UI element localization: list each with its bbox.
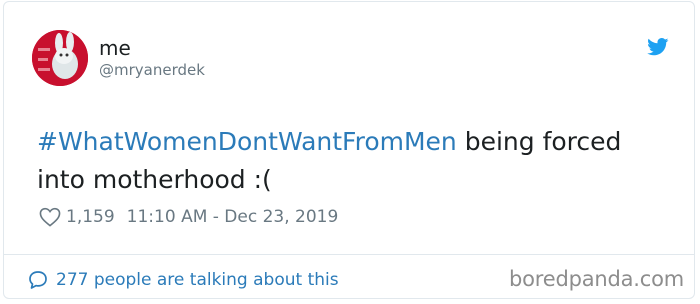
- tweet-timestamp[interactable]: 11:10 AM - Dec 23, 2019: [127, 206, 339, 228]
- talking-about-link[interactable]: 277 people are talking about this: [28, 269, 339, 291]
- divider: [4, 254, 694, 255]
- tweet-card: me @mryanerdek #WhatWomenDontWantFromMen…: [3, 1, 695, 299]
- avatar-image: [32, 30, 88, 86]
- tweet-text: #WhatWomenDontWantFromMen being forced i…: [37, 123, 667, 199]
- boredpanda-watermark: boredpanda.com: [509, 267, 685, 291]
- author-name[interactable]: me: [99, 38, 131, 58]
- tweet-meta: 1,159 11:10 AM - Dec 23, 2019: [39, 206, 338, 228]
- talking-about-label: 277 people are talking about this: [56, 270, 339, 290]
- hashtag-link[interactable]: #WhatWomenDontWantFromMen: [37, 127, 457, 156]
- like-count[interactable]: 1,159: [66, 206, 115, 228]
- author-handle[interactable]: @mryanerdek: [99, 63, 205, 78]
- twitter-bird-icon[interactable]: [647, 38, 669, 56]
- heart-icon[interactable]: [39, 207, 61, 227]
- avatar[interactable]: [32, 30, 88, 86]
- speech-bubble-icon: [29, 271, 47, 289]
